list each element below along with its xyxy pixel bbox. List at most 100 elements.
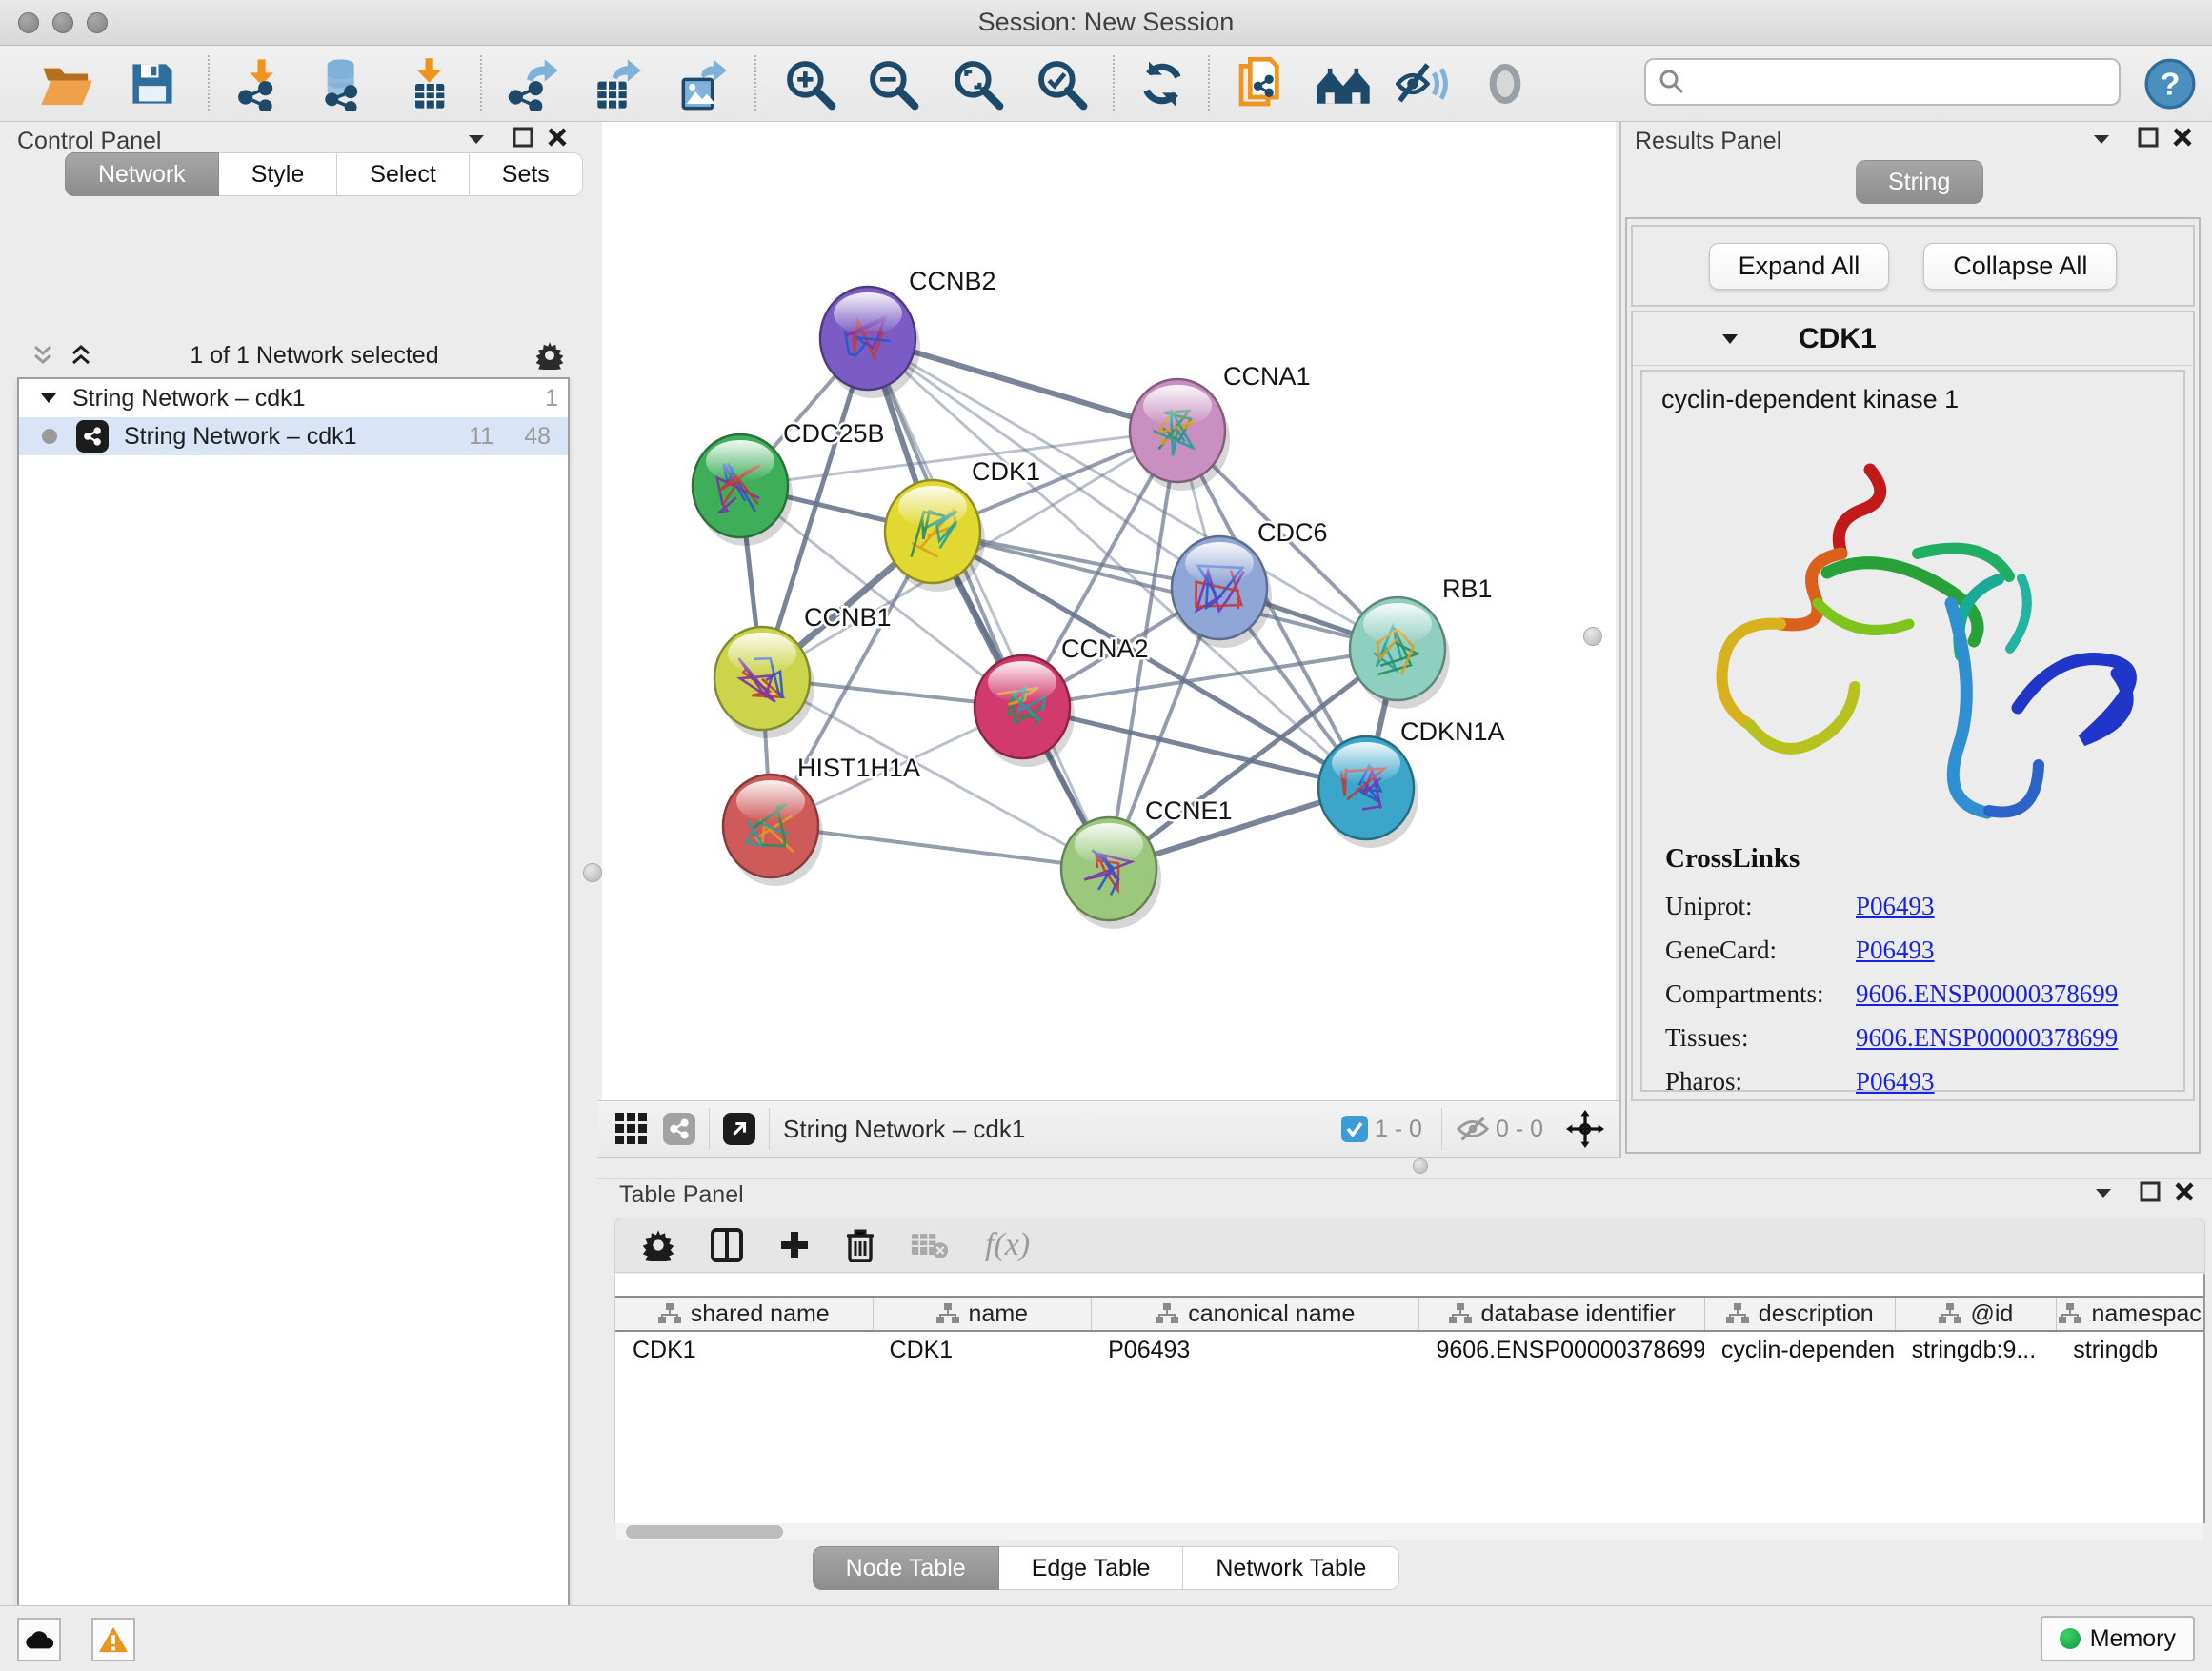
expand-all-networks-button[interactable] [69,343,93,368]
help-button[interactable]: ? [2140,55,2201,112]
collapse-all-button[interactable]: Collapse All [1923,243,2117,290]
left-splitter-handle[interactable] [583,863,602,882]
crosslink-link[interactable]: P06493 [1856,892,1935,921]
node-RB1[interactable]: RB1 [1350,574,1493,709]
table-row[interactable]: CDK1CDK1P064939606.ENSP00000378699cyclin… [615,1332,2203,1368]
table-cell[interactable]: cyclin-dependent ... [1704,1332,1895,1368]
hide-selected-button[interactable] [1393,55,1454,112]
network-canvas[interactable]: CCNB2CCNA1CDC25BCDK1CDC6RB1CCNB1CCNA2CDK… [602,122,1616,1100]
control-panel-menu-caret[interactable] [465,130,488,149]
horizontal-splitter-handle[interactable] [1413,1158,1428,1174]
table-panel-close-button[interactable] [2174,1181,2195,1202]
column-header-name[interactable]: name [873,1298,1092,1330]
export-image-button[interactable] [671,55,732,112]
birdseye-toggle-button[interactable] [613,1111,650,1147]
expand-all-button[interactable]: Expand All [1709,243,1890,290]
node-CCNB2[interactable]: CCNB2 [820,267,996,398]
node-CDC6[interactable]: CDC6 [1172,518,1328,648]
gene-entry-header[interactable]: CDK1 [1633,312,2193,366]
zoom-in-button[interactable] [779,55,840,112]
export-table-button[interactable] [585,55,646,112]
column-type-icon [1939,1303,1961,1324]
network-view-toolbar: String Network – cdk1 1 - 0 0 - 0 [598,1100,1619,1158]
column-header-canonical-name[interactable]: canonical name [1091,1298,1418,1330]
node-CDKN1A[interactable]: CDKN1A [1318,717,1505,848]
collapse-all-networks-button[interactable] [30,343,55,368]
crosslink-link[interactable]: 9606.ENSP00000378699 [1856,979,2118,1009]
column-header--id[interactable]: @id [1895,1298,2057,1330]
network-edge-count: 48 [524,423,551,451]
save-session-button[interactable] [122,55,183,112]
table-cell[interactable]: CDK1 [615,1332,873,1368]
tab-sets[interactable]: Sets [470,152,583,196]
zoom-out-button[interactable] [862,55,923,112]
first-neighbors-button[interactable] [1313,55,1374,112]
import-network-database-button[interactable] [312,55,373,112]
crosslink-link[interactable]: P06493 [1856,936,1935,965]
open-session-button[interactable] [36,55,97,112]
edge-CCNB2-CCNE1[interactable] [868,338,1109,869]
tab-style[interactable]: Style [219,152,338,196]
fit-content-button[interactable] [1566,1110,1604,1148]
zoom-fit-button[interactable] [947,55,1008,112]
results-panel-close-button[interactable] [2172,127,2193,148]
node-CDK1[interactable]: CDK1 [885,457,1040,592]
column-header-shared-name[interactable]: shared name [615,1298,873,1330]
tab-network[interactable]: Network [65,152,219,196]
crosshair-icon [1566,1110,1604,1148]
delete-column-button[interactable] [846,1228,875,1262]
results-panel-float-button[interactable] [2138,127,2159,148]
table-cell[interactable]: stringdb [2056,1332,2203,1368]
export-network-button[interactable] [503,55,564,112]
cloud-status-button[interactable] [17,1618,61,1661]
results-panel-menu-caret[interactable] [2090,130,2113,149]
tab-select[interactable]: Select [337,152,469,196]
collection-label: String Network – cdk1 [72,385,545,413]
table-panel-menu-caret[interactable] [2092,1183,2115,1202]
horizontal-splitter[interactable] [598,1158,2212,1179]
table-cell[interactable]: CDK1 [873,1332,1092,1368]
open-in-window-button[interactable] [723,1113,755,1145]
node-CCNB1[interactable]: CCNB1 [714,603,892,738]
refresh-button[interactable] [1132,55,1193,112]
table-horizontal-scrollbar[interactable] [616,1523,2203,1540]
control-panel-float-button[interactable] [513,127,533,148]
table-cell[interactable]: stringdb:9... [1895,1332,2057,1368]
network-collection-row[interactable]: String Network – cdk1 1 [19,379,568,417]
right-splitter-handle[interactable] [1583,627,1602,646]
node-CCNE1[interactable]: CCNE1 [1061,796,1233,929]
import-network-file-button[interactable] [231,55,292,112]
table-cell[interactable]: P06493 [1091,1332,1418,1368]
tab-string[interactable]: String [1856,160,1983,204]
zoom-selected-button[interactable] [1031,55,1092,112]
search-input[interactable] [1686,68,2119,96]
scrollbar-thumb[interactable] [626,1525,783,1539]
import-table-button[interactable] [398,55,459,112]
create-column-button[interactable] [779,1230,810,1260]
column-header-namespac[interactable]: namespac [2056,1298,2203,1330]
table-options-button[interactable] [642,1229,674,1261]
node-CDC25B[interactable]: CDC25B [693,419,885,546]
clone-network-button[interactable] [1231,55,1292,112]
node-label-CCNB1: CCNB1 [804,603,892,632]
table-cell[interactable]: 9606.ENSP00000378699 [1418,1332,1703,1368]
warnings-button[interactable] [91,1618,135,1661]
show-columns-button[interactable] [711,1228,743,1262]
show-all-button[interactable] [1475,55,1536,112]
tab-network-table[interactable]: Network Table [1183,1546,1399,1590]
network-options-button[interactable] [535,341,564,370]
column-header-database-identifier[interactable]: database identifier [1418,1298,1703,1330]
table-panel-float-button[interactable] [2140,1181,2161,1202]
node-label-CDKN1A: CDKN1A [1400,717,1505,746]
collection-count: 1 [545,385,558,413]
network-row[interactable]: String Network – cdk1 11 48 [19,417,568,455]
control-panel-close-button[interactable] [547,127,568,148]
memory-button[interactable]: Memory [2041,1616,2195,1661]
crosslink-link[interactable]: 9606.ENSP00000378699 [1856,1023,2118,1053]
tab-node-table[interactable]: Node Table [813,1546,999,1590]
crosslink-link[interactable]: P06493 [1856,1067,1935,1097]
memory-status-icon [2060,1628,2081,1649]
node-HIST1H1A[interactable]: HIST1H1A [723,754,920,886]
tab-edge-table[interactable]: Edge Table [999,1546,1184,1590]
column-header-description[interactable]: description [1704,1298,1895,1330]
